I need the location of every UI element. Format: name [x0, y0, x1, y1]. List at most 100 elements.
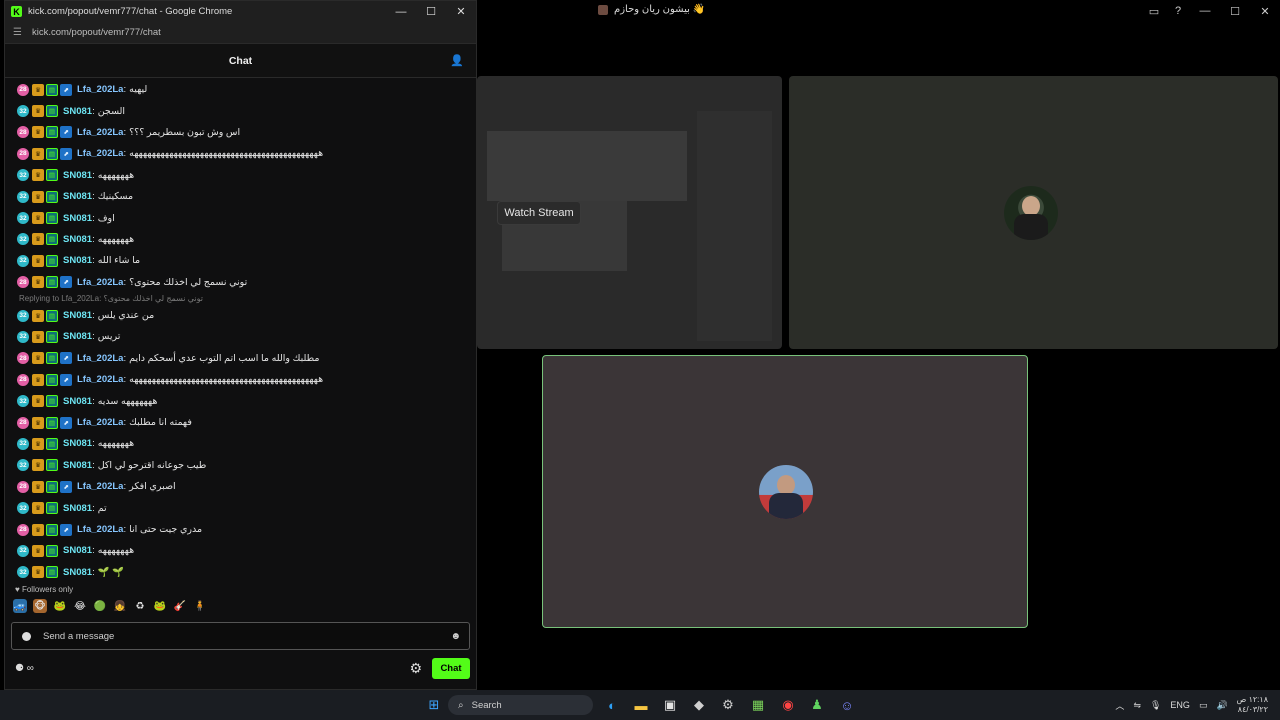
chat-message[interactable]: 32 ♛ ▤ SN081: 🌱 🌱 — [5, 562, 476, 579]
chat-message[interactable]: 28 ♛ ▤ ⬈ Lfa_202La: مطلبك والله ما اسب اتم ال… — [5, 348, 476, 369]
send-chat-button[interactable]: Chat — [432, 657, 470, 679]
inbox-icon[interactable]: ▭ — [1142, 0, 1166, 22]
help-icon[interactable]: ? — [1166, 0, 1190, 22]
chat-username[interactable]: Lfa_202La — [77, 353, 123, 364]
taskbar-search[interactable]: ⌕ Search — [448, 695, 593, 715]
emote-icon[interactable]: 👧 — [113, 599, 127, 613]
close-button[interactable]: ✕ — [1250, 0, 1280, 22]
chat-message[interactable]: 28 ♛ ▤ ⬈ Lfa_202La: ليهيه — [5, 79, 476, 100]
channel-points[interactable]: ⚈ ∞ — [15, 663, 34, 674]
chat-message[interactable]: 32 ♛ ▤ SN081: السجن — [5, 100, 476, 121]
chat-username[interactable]: Lfa_202La — [77, 148, 123, 159]
maximize-button[interactable]: ☐ — [416, 1, 446, 22]
kick-app-icon[interactable]: ♟ — [807, 695, 827, 715]
chat-message[interactable]: 32 ♛ ▤ SN081: تريس — [5, 326, 476, 347]
chat-username[interactable]: SN081 — [63, 438, 92, 449]
chat-message[interactable]: 28 ♛ ▤ ⬈ Lfa_202La: توني نسمج لي اخذلك محتوى؟ — [5, 272, 476, 293]
emote-icon[interactable]: 🎸 — [173, 599, 187, 613]
chat-username[interactable]: SN081 — [63, 396, 92, 407]
language-indicator[interactable]: ENG — [1170, 700, 1190, 710]
chat-message[interactable]: 32 ♛ ▤ SN081: هههههههه — [5, 433, 476, 454]
windows-start-icon[interactable]: ⊞ — [424, 695, 444, 715]
chat-username[interactable]: Lfa_202La — [77, 127, 123, 138]
app-icon[interactable]: ◆ — [689, 695, 709, 715]
emote-icon[interactable]: 😂 — [73, 599, 87, 613]
chat-message[interactable]: 32 ♛ ▤ SN081: هههههههه — [5, 229, 476, 250]
chat-message-input[interactable]: Send a message ☻ — [11, 622, 470, 650]
volume-icon[interactable]: 🔊 — [1216, 700, 1227, 711]
chat-message[interactable]: 32 ♛ ▤ SN081: مسكينيك — [5, 186, 476, 207]
chat-message[interactable]: 32 ♛ ▤ SN081: طيب جوعانه اقترحو لي اكل — [5, 455, 476, 476]
chat-username[interactable]: SN081 — [63, 191, 92, 202]
gear-icon[interactable]: ⚙ — [409, 660, 422, 677]
chat-username[interactable]: Lfa_202La — [77, 277, 123, 288]
chat-username[interactable]: Lfa_202La — [77, 481, 123, 492]
edge-icon[interactable]: ◐ — [602, 695, 622, 715]
minimize-button[interactable]: — — [1190, 0, 1220, 22]
emote-icon[interactable]: 🐸 — [53, 599, 67, 613]
emote-icon[interactable]: ♻ — [133, 599, 147, 613]
settings-app-icon[interactable]: ⚙ — [718, 695, 738, 715]
chat-username[interactable]: Lfa_202La — [77, 417, 123, 428]
chat-username[interactable]: SN081 — [63, 234, 92, 245]
network-icon[interactable]: ⇋ — [1133, 700, 1141, 711]
chat-message[interactable]: 32 ♛ ▤ SN081: تم — [5, 497, 476, 518]
chat-username[interactable]: SN081 — [63, 567, 92, 578]
site-settings-icon[interactable]: ☰ — [13, 27, 22, 38]
minimize-button[interactable]: — — [386, 1, 416, 22]
emote-icon[interactable]: 🐸 — [153, 599, 167, 613]
emote-icon[interactable]: 🧍 — [193, 599, 207, 613]
chat-username[interactable]: SN081 — [63, 545, 92, 556]
chat-message[interactable]: 28 ♛ ▤ ⬈ Lfa_202La: ههههههههههههههههههههههههه… — [5, 143, 476, 164]
emoji-picker-icon[interactable]: ☻ — [450, 631, 461, 642]
chat-username[interactable]: Lfa_202La — [77, 524, 123, 535]
url-text[interactable]: kick.com/popout/vemr777/chat — [32, 27, 161, 38]
clock[interactable]: ١٢:١٨ ص ٨٤/٠٣/٢٢ — [1237, 695, 1268, 715]
gift-badge-icon: ▤ — [46, 544, 58, 557]
chat-message[interactable]: 28 ♛ ▤ ⬈ Lfa_202La: اصبري افكر — [5, 476, 476, 497]
chat-message[interactable]: 32 ♛ ▤ SN081: من عندي يلس — [5, 305, 476, 326]
chat-message[interactable]: 28 ♛ ▤ ⬈ Lfa_202La: ههههههههههههههههههههههههه… — [5, 369, 476, 390]
chat-username[interactable]: Lfa_202La — [77, 84, 123, 95]
address-bar[interactable]: ☰ kick.com/popout/vemr777/chat — [5, 22, 476, 44]
nvidia-icon[interactable]: ▦ — [748, 695, 768, 715]
chat-username[interactable]: SN081 — [63, 213, 92, 224]
emote-icon[interactable]: 🟢 — [93, 599, 107, 613]
store-icon[interactable]: ▣ — [660, 695, 680, 715]
chat-username[interactable]: Lfa_202La — [77, 374, 123, 385]
chat-message[interactable]: 28 ♛ ▤ ⬈ Lfa_202La: مدري جيت حتى انا — [5, 519, 476, 540]
crown-badge-icon: ♛ — [32, 147, 44, 160]
maximize-button[interactable]: ☐ — [1220, 0, 1250, 22]
chat-message[interactable]: 32 ♛ ▤ SN081: اوف — [5, 207, 476, 228]
reply-context[interactable]: Replying to Lfa_202La: توني نسمج لي اخذل… — [5, 293, 476, 305]
chrome-icon[interactable]: ◉ — [778, 695, 798, 715]
file-explorer-icon[interactable]: ▬ — [631, 695, 651, 715]
chat-message[interactable]: 32 ♛ ▤ SN081: ما شاء الله — [5, 250, 476, 271]
chat-username[interactable]: SN081 — [63, 460, 92, 471]
emote-icon[interactable]: 🚙 — [13, 599, 27, 613]
chat-username[interactable]: SN081 — [63, 503, 92, 514]
separator: : — [92, 212, 95, 224]
display-icon[interactable]: ▭ — [1199, 700, 1208, 711]
emote-icon[interactable]: 🐵 — [33, 599, 47, 613]
chevron-up-icon[interactable]: ︿ — [1115, 699, 1124, 712]
chat-username[interactable]: SN081 — [63, 255, 92, 266]
chat-message[interactable]: 28 ♛ ▤ ⬈ Lfa_202La: فهمته انا مطلبك — [5, 412, 476, 433]
separator: : — [92, 566, 95, 578]
discord-icon[interactable]: ☺ — [837, 695, 857, 715]
chat-message[interactable]: 28 ♛ ▤ ⬈ Lfa_202La: اس وش تبون بسطريمر ؟؟؟ — [5, 122, 476, 143]
crown-badge-icon: ♛ — [32, 83, 44, 96]
chat-username[interactable]: SN081 — [63, 331, 92, 342]
chat-username[interactable]: SN081 — [63, 310, 92, 321]
chat-message-list[interactable]: 28 ♛ ▤ ⬈ Lfa_202La: ليهيه 32 ♛ ▤ SN081: السجن 28 ♛ ▤ ⬈… — [5, 79, 476, 579]
chat-message[interactable]: 32 ♛ ▤ SN081: هههههههه — [5, 540, 476, 561]
chat-username[interactable]: SN081 — [63, 170, 92, 181]
microphone-icon[interactable]: 🎙 — [1150, 700, 1161, 711]
user-list-icon[interactable]: 👤 — [450, 54, 464, 68]
chat-username[interactable]: SN081 — [63, 106, 92, 117]
close-button[interactable]: ✕ — [446, 1, 476, 22]
watch-stream-button[interactable]: Watch Stream — [497, 201, 581, 225]
gift-badge-icon: ▤ — [46, 212, 58, 225]
chat-message[interactable]: 32 ♛ ▤ SN081: هههههههه سديه — [5, 390, 476, 411]
chat-message[interactable]: 32 ♛ ▤ SN081: هههههههه — [5, 165, 476, 186]
